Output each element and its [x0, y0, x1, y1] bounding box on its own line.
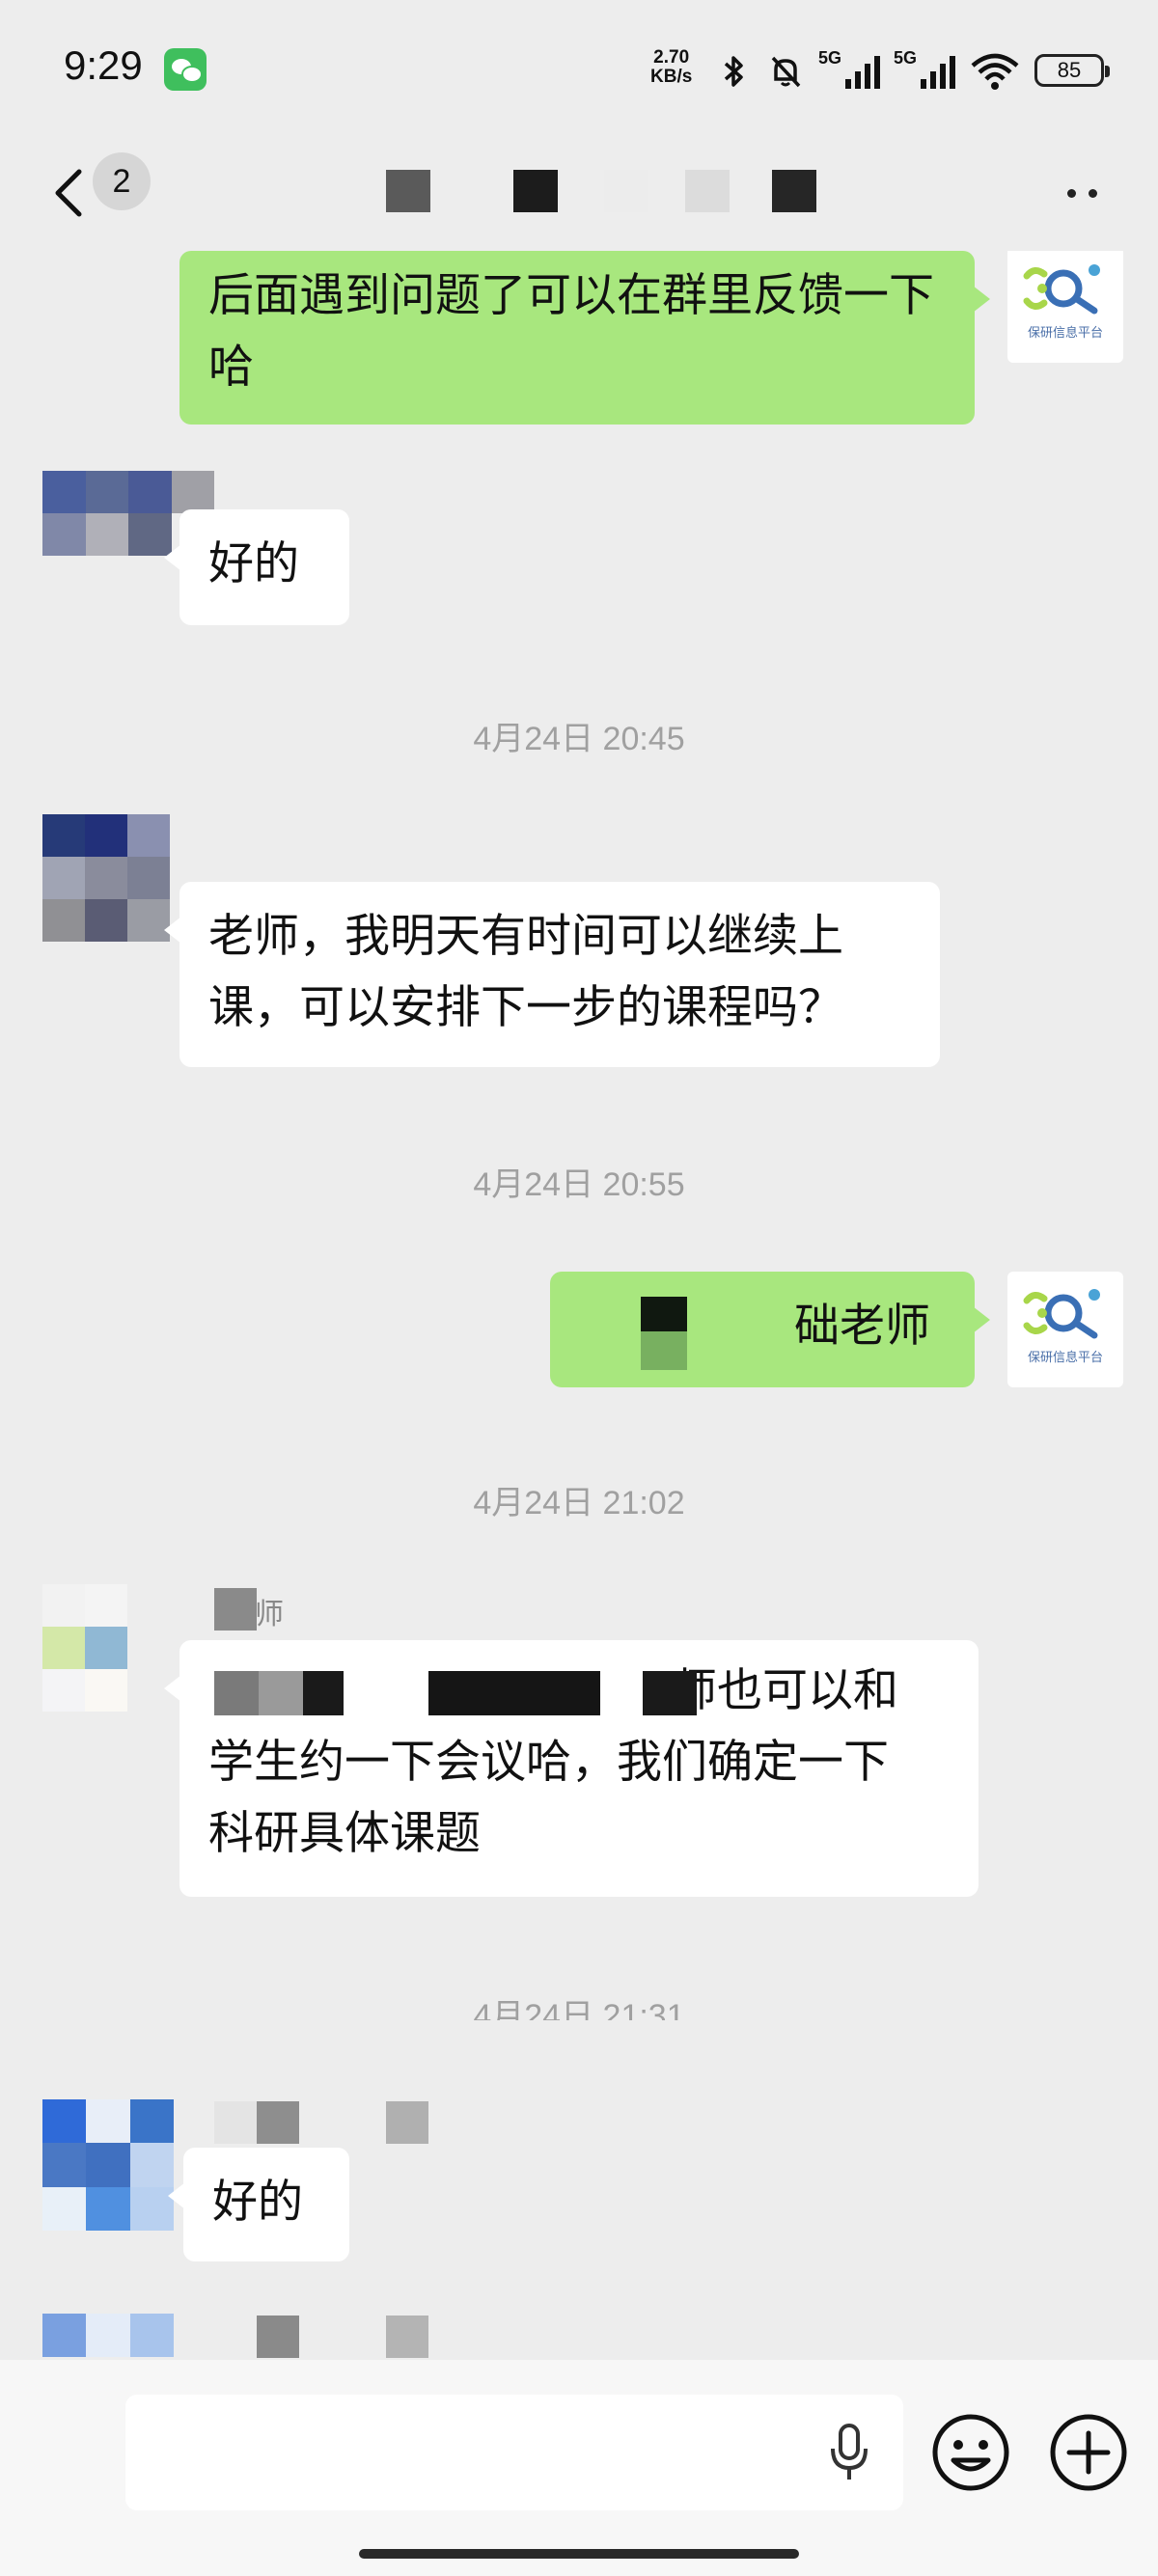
network-speed-value: 2.70	[653, 47, 690, 68]
title-redaction	[513, 170, 558, 212]
battery-level: 85	[1057, 58, 1082, 82]
brand-avatar-text: 保研信息平台	[1027, 326, 1103, 341]
message-text: 老师，我明天有时间可以继续上课，可以安排下一步的课程吗？	[208, 910, 843, 1034]
message-bubble-incoming[interactable]: 好的	[168, 2148, 349, 2261]
message-text-line: 学生约一下会议哈，我们确定一下	[208, 1736, 889, 1789]
message-list[interactable]: 后面遇到问题了可以在群里反馈一下哈 保研信息平台 好的 4月24日 20:45 …	[0, 251, 1158, 2360]
contact-avatar[interactable]	[42, 2099, 174, 2231]
timestamp: 4月24日 21:31	[473, 1998, 685, 2020]
more-dots-icon[interactable]	[1065, 181, 1104, 205]
message-text: 后面遇到问题了可以在群里反馈一下哈	[208, 269, 934, 394]
message-text-line: 师也可以和	[672, 1664, 898, 1717]
wifi-icon	[969, 52, 1021, 91]
redaction-block	[257, 2316, 299, 2358]
network-speed: 2.70 KB/s	[650, 48, 692, 87]
contact-avatar[interactable]	[42, 1584, 170, 1712]
brand-avatar[interactable]: 保研信息平台	[1007, 251, 1123, 363]
redaction-block	[214, 1671, 259, 1715]
chat-title-text	[376, 170, 830, 218]
microphone-icon[interactable]	[828, 2422, 870, 2483]
redaction-block	[214, 1588, 257, 1631]
brand-avatar[interactable]: 保研信息平台	[1007, 1272, 1123, 1387]
redaction-block	[641, 1297, 687, 1331]
message-input[interactable]	[125, 2395, 903, 2510]
contact-avatar[interactable]	[42, 2314, 174, 2360]
signal-label-2: 5G	[894, 48, 918, 68]
signal-label-1: 5G	[818, 48, 842, 68]
redaction-block	[643, 1671, 697, 1715]
message-text: 好的	[208, 537, 299, 590]
redaction-block	[259, 1671, 303, 1715]
brand-avatar-text: 保研信息平台	[1027, 1351, 1103, 1365]
message-bubble-incoming[interactable]: 好的	[164, 509, 349, 625]
message-text: 好的	[212, 2176, 303, 2229]
unread-count-badge[interactable]: 2	[93, 152, 151, 210]
sender-name: 师	[255, 1598, 284, 1631]
redaction-block	[386, 2101, 428, 2144]
redaction-block	[687, 1297, 749, 1370]
title-redaction	[604, 170, 648, 212]
title-redaction	[685, 170, 730, 212]
status-icons: 5G 5G 85	[714, 44, 1110, 91]
redaction-block	[303, 1671, 344, 1715]
title-redaction	[386, 170, 430, 212]
status-bar: 9:29 2.70 KB/s 5G 5G 85	[0, 0, 1158, 135]
redaction-block	[257, 2101, 299, 2144]
network-speed-unit: KB/s	[650, 67, 693, 87]
signal-icon-1: 5G	[818, 48, 880, 91]
timestamp: 4月24日 20:55	[473, 1166, 685, 1203]
message-bubble-outgoing[interactable]: 后面遇到问题了可以在群里反馈一下哈	[179, 251, 990, 425]
status-time: 9:29	[64, 42, 143, 88]
message-text-line: 科研具体课题	[208, 1807, 481, 1860]
redaction-block	[214, 2101, 257, 2144]
timestamp: 4月24日 21:02	[473, 1485, 685, 1521]
message-bubble-outgoing[interactable]: 础老师	[550, 1272, 990, 1387]
input-bar	[0, 2360, 1158, 2576]
redaction-block	[428, 1671, 600, 1715]
chevron-left-icon[interactable]	[46, 162, 93, 224]
mute-bell-icon	[766, 52, 805, 91]
signal-icon-2: 5G	[894, 48, 955, 91]
plus-circle-icon[interactable]	[1048, 2412, 1129, 2493]
title-redaction	[772, 170, 816, 212]
message-bubble-incoming[interactable]: 老师，我明天有时间可以继续上课，可以安排下一步的课程吗？	[164, 882, 940, 1067]
battery-icon: 85	[1034, 54, 1110, 87]
emoji-smile-icon[interactable]	[930, 2412, 1011, 2493]
redaction-block	[641, 1331, 687, 1370]
redaction-block	[386, 2316, 428, 2358]
timestamp: 4月24日 20:45	[473, 721, 685, 757]
chat-header: 2	[0, 135, 1158, 251]
wechat-notification-icon	[164, 48, 207, 91]
bluetooth-icon	[714, 52, 753, 91]
message-text: 础老师	[794, 1300, 930, 1353]
contact-avatar[interactable]	[42, 814, 170, 942]
home-indicator[interactable]	[359, 2549, 799, 2559]
chat-title[interactable]	[376, 170, 830, 218]
